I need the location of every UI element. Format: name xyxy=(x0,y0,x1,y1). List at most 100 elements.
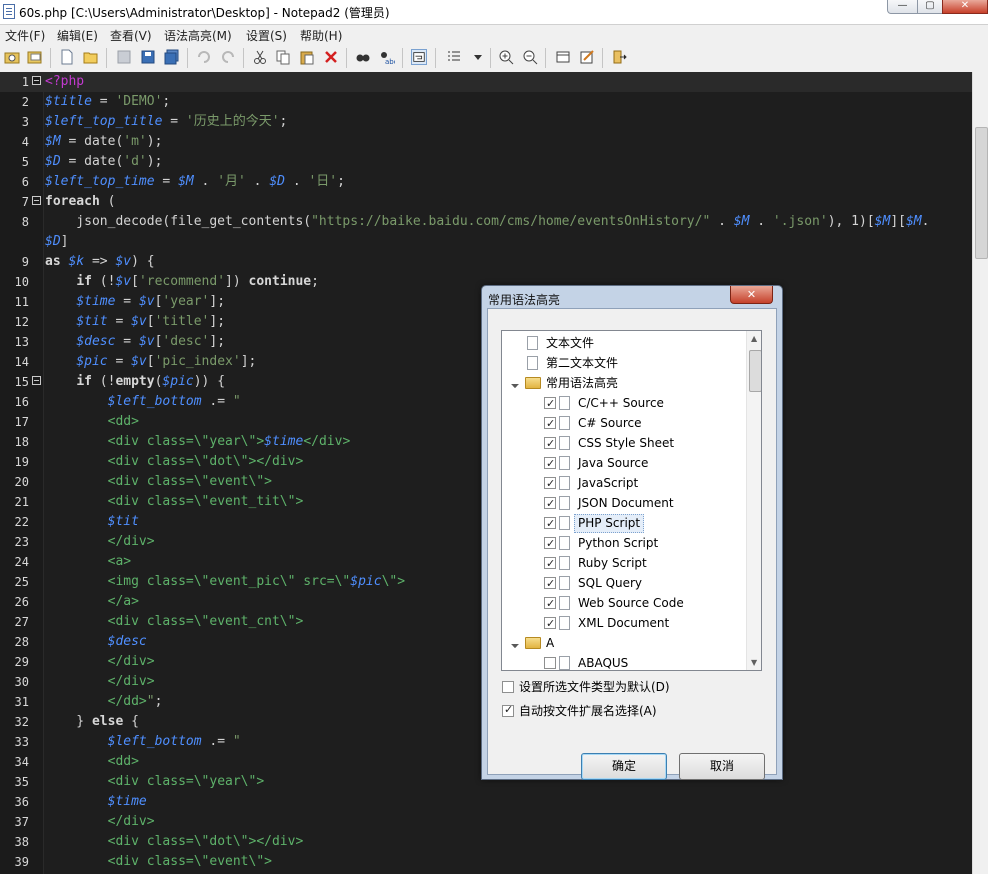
tree-item[interactable]: ABAQUS xyxy=(502,653,745,670)
menu-file[interactable]: 文件(F) xyxy=(5,27,45,44)
exit-icon[interactable] xyxy=(611,49,627,65)
scroll-up-arrow-icon[interactable]: ▲ xyxy=(751,334,757,343)
cut-icon[interactable] xyxy=(252,49,268,65)
tree-item-checkbox[interactable] xyxy=(544,657,556,669)
tree-item[interactable]: PHP Script xyxy=(502,513,745,534)
ok-button[interactable]: 确定 xyxy=(581,753,667,780)
menu-syntax[interactable]: 语法高亮(M) xyxy=(164,27,232,44)
editor-vertical-scrollbar[interactable] xyxy=(972,72,988,874)
tree-scrollbar-thumb[interactable] xyxy=(749,350,761,392)
line-number: 4 xyxy=(21,135,29,149)
expand-arrow-icon[interactable] xyxy=(511,640,519,648)
scroll-down-arrow-icon[interactable]: ▼ xyxy=(751,658,757,667)
copy-icon[interactable] xyxy=(275,49,291,65)
tree-item-checkbox[interactable] xyxy=(544,614,556,634)
tree-item[interactable]: 文本文件 xyxy=(502,333,745,353)
line-number: 34 xyxy=(14,755,29,769)
code-line[interactable]: 3 $left_top_title = '历史上的今天'; xyxy=(0,112,972,132)
menu-help[interactable]: 帮助(H) xyxy=(300,27,342,44)
save-all-icon[interactable] xyxy=(164,49,180,65)
code-line[interactable]: 6 $left_top_time = $M . '月' . $D . '日'; xyxy=(0,172,972,192)
fold-toggle-icon[interactable] xyxy=(32,196,41,205)
line-number: 29 xyxy=(14,655,29,669)
find-file-icon[interactable] xyxy=(27,49,43,65)
menu-edit[interactable]: 编辑(E) xyxy=(57,27,98,44)
code-line[interactable]: 37 </div> xyxy=(0,812,972,832)
code-line[interactable]: 4 $M = date('m'); xyxy=(0,132,972,152)
expand-arrow-icon[interactable] xyxy=(511,380,519,388)
cancel-button[interactable]: 取消 xyxy=(679,753,765,780)
code-line[interactable]: 38 <div class=\"dot\"></div> xyxy=(0,832,972,852)
code-line[interactable]: 9 as $k => $v) { xyxy=(0,252,972,272)
scrollbar-thumb[interactable] xyxy=(975,127,988,259)
tree-item-checkbox[interactable] xyxy=(544,434,556,454)
tree-item[interactable]: Web Source Code xyxy=(502,593,745,614)
menu-settings[interactable]: 设置(S) xyxy=(246,27,287,44)
tree-scrollbar[interactable]: ▲ ▼ xyxy=(746,331,761,670)
tree-item-checkbox[interactable] xyxy=(544,554,556,574)
fold-toggle-icon[interactable] xyxy=(32,76,41,85)
redo-icon[interactable] xyxy=(220,49,236,65)
code-text: $title = 'DEMO'; xyxy=(45,94,171,109)
tree-item[interactable]: CSS Style Sheet xyxy=(502,433,745,454)
zoom-in-icon[interactable] xyxy=(498,49,514,65)
paste-icon[interactable] xyxy=(299,49,315,65)
fold-toggle-icon[interactable] xyxy=(32,376,41,385)
save-icon[interactable] xyxy=(140,49,156,65)
default-type-checkbox[interactable] xyxy=(502,681,514,693)
scheme-icon[interactable] xyxy=(555,49,571,65)
code-line[interactable]: 1 <?php xyxy=(0,72,972,92)
dropdown-arrow-icon[interactable] xyxy=(470,49,486,65)
code-line[interactable]: 7 foreach ( xyxy=(0,192,972,212)
tree-item[interactable]: C# Source xyxy=(502,413,745,434)
tree-item-checkbox[interactable] xyxy=(544,574,556,594)
replace-icon[interactable]: abc xyxy=(379,49,395,65)
dialog-close-button[interactable]: ✕ xyxy=(730,286,773,304)
tree-item-checkbox[interactable] xyxy=(544,534,556,554)
code-line[interactable]: 5 $D = date('d'); xyxy=(0,152,972,172)
tree-item-checkbox[interactable] xyxy=(544,394,556,414)
close-window-button[interactable]: ✕ xyxy=(942,0,988,14)
minimize-button[interactable]: — xyxy=(887,0,918,14)
tree-item-checkbox[interactable] xyxy=(544,494,556,514)
tree-item[interactable]: A xyxy=(502,633,745,653)
code-line[interactable]: $D] xyxy=(0,232,972,252)
scheme-tree[interactable]: 文本文件第二文本文件常用语法高亮 C/C++ Source C# Source CSS… xyxy=(501,330,762,671)
tree-item-checkbox[interactable] xyxy=(544,594,556,614)
open-file-icon[interactable] xyxy=(83,49,99,65)
find-icon[interactable] xyxy=(355,49,371,65)
tree-item-checkbox[interactable] xyxy=(544,514,556,534)
menu-view[interactable]: 查看(V) xyxy=(110,27,152,44)
tree-item-checkbox[interactable] xyxy=(544,454,556,474)
svg-text:abc: abc xyxy=(385,58,395,65)
save-disabled-icon[interactable] xyxy=(116,49,132,65)
tree-item[interactable]: SQL Query xyxy=(502,573,745,594)
undo-icon[interactable] xyxy=(196,49,212,65)
tree-item[interactable]: Ruby Script xyxy=(502,553,745,574)
line-numbers-icon[interactable] xyxy=(446,49,462,65)
code-line[interactable]: 39 <div class=\"event\"> xyxy=(0,852,972,872)
auto-select-checkbox[interactable] xyxy=(502,702,514,718)
word-wrap-icon[interactable] xyxy=(411,49,427,65)
tree-item-checkbox[interactable] xyxy=(544,414,556,434)
code-line[interactable]: 8 json_decode(file_get_contents("https:/… xyxy=(0,212,972,232)
delete-icon[interactable] xyxy=(323,49,339,65)
tree-item[interactable]: 第二文本文件 xyxy=(502,353,745,373)
zoom-out-icon[interactable] xyxy=(522,49,538,65)
tree-item[interactable]: JavaScript xyxy=(502,473,745,494)
code-line[interactable]: 2 $title = 'DEMO'; xyxy=(0,92,972,112)
tree-item[interactable]: Java Source xyxy=(502,453,745,474)
tree-item[interactable]: JSON Document xyxy=(502,493,745,514)
tree-item[interactable]: XML Document xyxy=(502,613,745,634)
toolbar-separator xyxy=(187,48,188,68)
tree-item-checkbox[interactable] xyxy=(544,474,556,494)
new-file-icon[interactable] xyxy=(59,49,75,65)
code-line[interactable]: 36 $time xyxy=(0,792,972,812)
browse-icon[interactable] xyxy=(4,49,20,65)
tree-item[interactable]: Python Script xyxy=(502,533,745,554)
code-text: </div> xyxy=(107,814,155,829)
tree-item[interactable]: C/C++ Source xyxy=(502,393,745,414)
maximize-button[interactable]: ▢ xyxy=(917,0,943,14)
tree-item[interactable]: 常用语法高亮 xyxy=(502,373,745,393)
customize-icon[interactable] xyxy=(579,49,595,65)
